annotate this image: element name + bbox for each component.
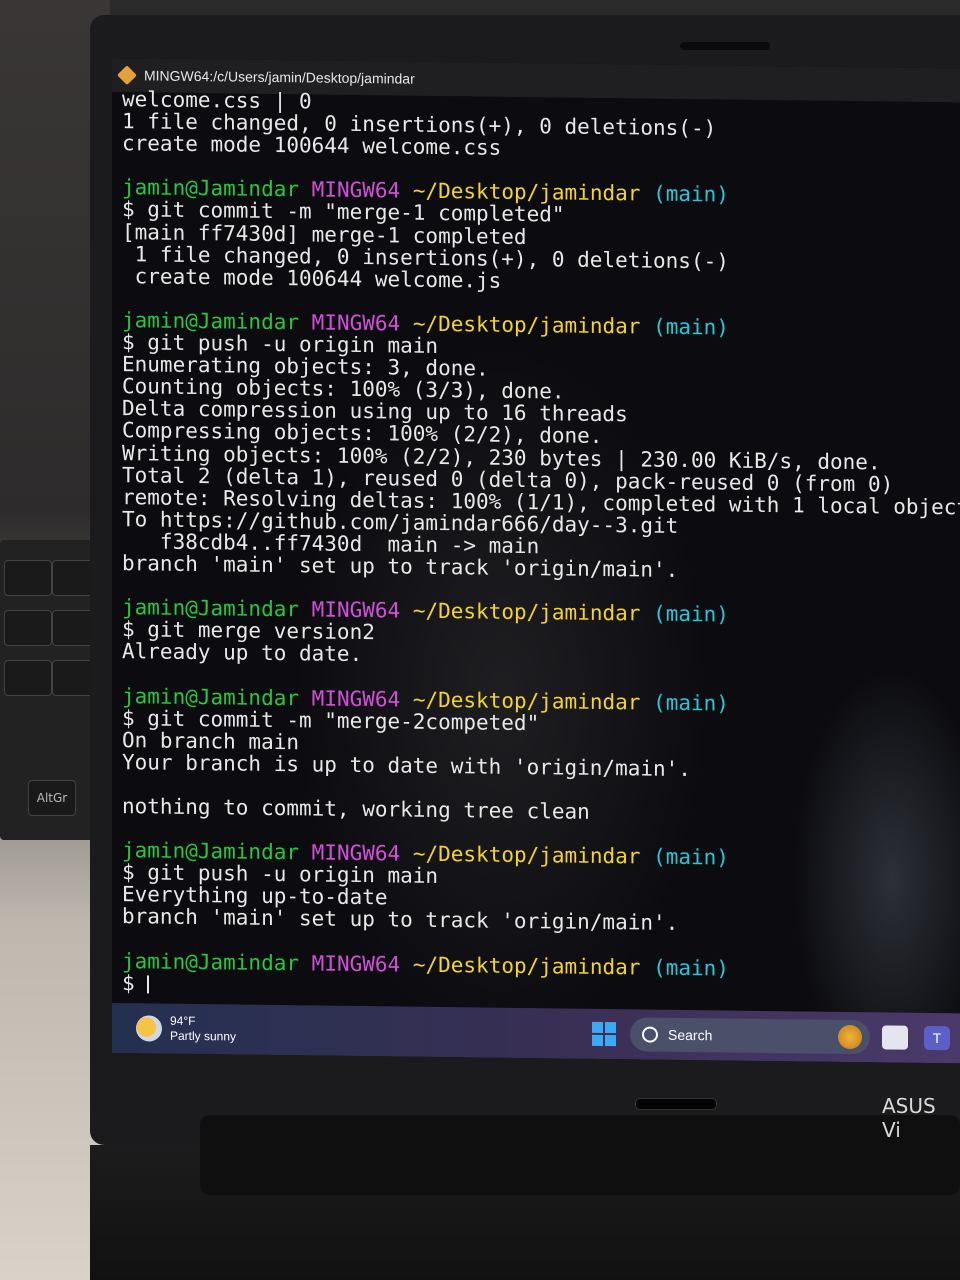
- weather-icon[interactable]: [136, 1015, 162, 1042]
- git-bash-icon: [117, 65, 137, 86]
- taskbar: 94°F Partly sunny Search T: [112, 1003, 960, 1064]
- laptop-screen: MINGW64:/c/Users/jamin/Desktop/jamindar …: [112, 58, 960, 1064]
- taskbar-search[interactable]: Search: [630, 1017, 870, 1055]
- key-altgr: AltGr: [28, 780, 76, 816]
- prompt-branch: (main): [653, 844, 729, 870]
- prompt-host: MINGW64: [311, 951, 401, 977]
- weather-widget[interactable]: 94°F Partly sunny: [170, 1014, 236, 1045]
- search-label: Search: [668, 1026, 713, 1044]
- key: [4, 560, 52, 596]
- prompt-branch: (main): [653, 314, 729, 340]
- bezel-notch: [680, 42, 770, 50]
- prompt-path: ~/Desktop/jamindar: [412, 598, 641, 626]
- task-view-icon[interactable]: [882, 1025, 908, 1050]
- search-icon: [642, 1026, 658, 1043]
- prompt-branch: (main): [653, 690, 729, 716]
- shell-prompt: $: [122, 970, 148, 996]
- key: [4, 660, 52, 696]
- prompt-user: jamin@Jamindar: [122, 948, 300, 975]
- search-highlight-icon: [838, 1024, 862, 1050]
- prompt-path: ~/Desktop/jamindar: [412, 311, 641, 339]
- prompt-branch: (main): [653, 181, 729, 207]
- weather-condition: Partly sunny: [170, 1028, 237, 1044]
- brand-logo: ASUS Vi: [882, 1094, 936, 1142]
- terminal-output[interactable]: welcome.css | 0 1 file changed, 0 insert…: [122, 87, 960, 1004]
- key: [4, 610, 52, 646]
- teams-icon[interactable]: T: [924, 1025, 950, 1051]
- prompt-host: MINGW64: [311, 685, 401, 712]
- weather-temperature: 94°F: [170, 1013, 196, 1029]
- window-title: MINGW64:/c/Users/jamin/Desktop/jamindar: [144, 67, 415, 87]
- prompt-branch: (main): [653, 601, 729, 627]
- text-cursor: [147, 975, 150, 994]
- windows-start-icon[interactable]: [592, 1021, 616, 1047]
- hinge-slot: [635, 1098, 717, 1110]
- prompt-branch: (main): [653, 955, 729, 981]
- laptop-hinge: [200, 1115, 960, 1195]
- prompt-path: ~/Desktop/jamindar: [412, 952, 641, 980]
- prompt-path: ~/Desktop/jamindar: [412, 841, 641, 869]
